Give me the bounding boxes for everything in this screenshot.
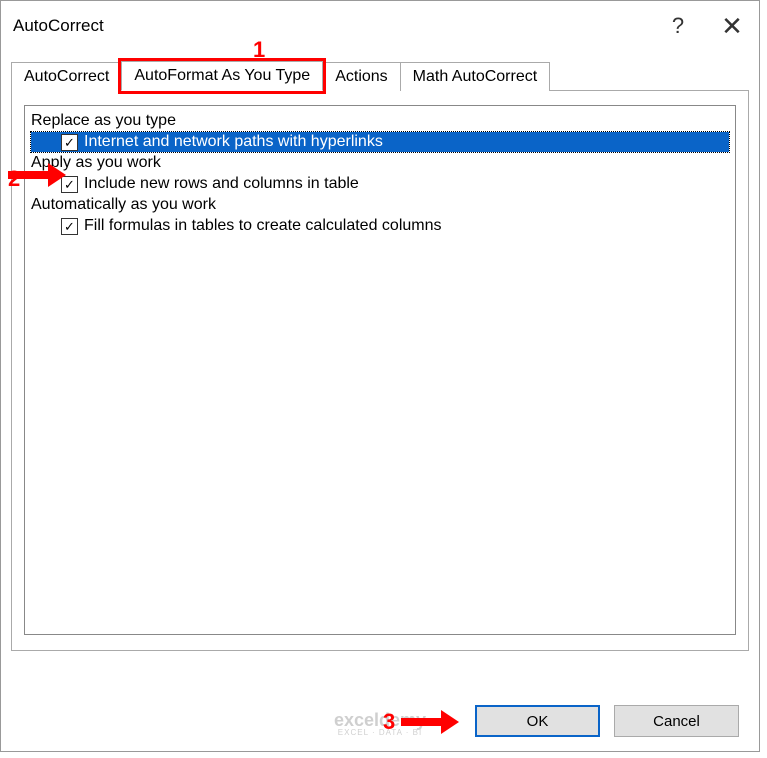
checkbox-internet-paths[interactable] bbox=[61, 134, 78, 151]
section-automatically-as-you-work: Automatically as you work bbox=[31, 194, 729, 216]
options-box: Replace as you type Internet and network… bbox=[24, 105, 736, 635]
option-include-rows[interactable]: Include new rows and columns in table bbox=[31, 174, 729, 194]
tab-autoformat-as-you-type[interactable]: AutoFormat As You Type bbox=[121, 61, 323, 91]
autocorrect-dialog: 1 2 3 AutoCorrect ? ✕ AutoCorrect AutoFo… bbox=[0, 0, 760, 752]
annotation-3: 3 bbox=[383, 709, 395, 735]
label-internet-paths: Internet and network paths with hyperlin… bbox=[84, 133, 383, 151]
watermark-sub: EXCEL · DATA · BI bbox=[334, 729, 426, 737]
tab-autocorrect[interactable]: AutoCorrect bbox=[11, 62, 122, 91]
label-include-rows: Include new rows and columns in table bbox=[84, 175, 359, 193]
option-internet-paths[interactable]: Internet and network paths with hyperlin… bbox=[31, 132, 729, 152]
tab-strip: AutoCorrect AutoFormat As You Type Actio… bbox=[1, 57, 759, 91]
checkbox-include-rows[interactable] bbox=[61, 176, 78, 193]
section-apply-as-you-work: Apply as you work bbox=[31, 152, 729, 174]
arrow-annotation-3 bbox=[401, 710, 459, 734]
section-replace-as-you-type: Replace as you type bbox=[31, 110, 729, 132]
tab-panel: Replace as you type Internet and network… bbox=[11, 91, 749, 651]
tab-actions[interactable]: Actions bbox=[322, 62, 400, 91]
watermark: exceldemy EXCEL · DATA · BI bbox=[334, 711, 426, 737]
cancel-button[interactable]: Cancel bbox=[614, 705, 739, 737]
dialog-title: AutoCorrect bbox=[13, 16, 663, 36]
help-icon[interactable]: ? bbox=[663, 15, 693, 37]
option-fill-formulas[interactable]: Fill formulas in tables to create calcul… bbox=[31, 216, 729, 236]
ok-button[interactable]: OK bbox=[475, 705, 600, 737]
checkbox-fill-formulas[interactable] bbox=[61, 218, 78, 235]
close-icon[interactable]: ✕ bbox=[717, 13, 747, 39]
dialog-footer: OK Cancel bbox=[475, 705, 739, 737]
label-fill-formulas: Fill formulas in tables to create calcul… bbox=[84, 217, 442, 235]
watermark-brand: exceldemy bbox=[334, 710, 426, 730]
tab-math-autocorrect[interactable]: Math AutoCorrect bbox=[400, 62, 551, 91]
titlebar: AutoCorrect ? ✕ bbox=[1, 1, 759, 57]
